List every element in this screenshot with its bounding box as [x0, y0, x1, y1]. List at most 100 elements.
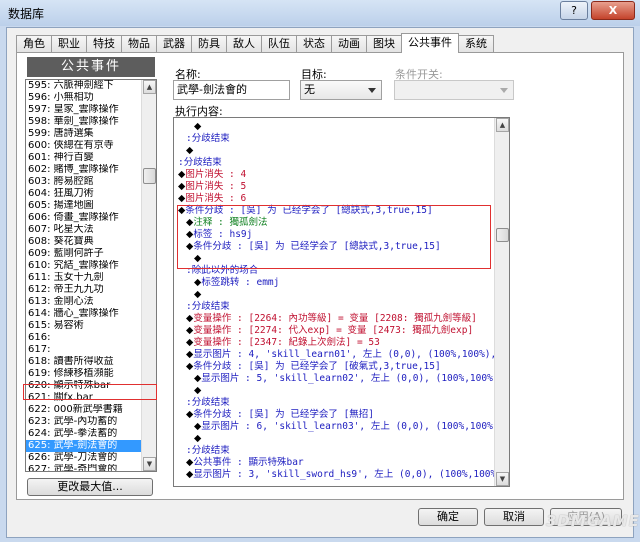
scroll-down-icon[interactable]: ▼	[496, 472, 509, 486]
tab-9[interactable]: 动画	[331, 35, 367, 53]
cancel-button[interactable]: 取消	[484, 508, 544, 526]
command-text: 条件分歧 : [吳] 为 已经学会了 [無招]	[193, 409, 375, 420]
command-line[interactable]: ◆变量操作 : [2274: 代入exp] = 变量 [2473: 獨孤九劍ex…	[186, 325, 473, 337]
command-line[interactable]: ◆图片消失 : 6	[178, 193, 246, 205]
tab-8[interactable]: 状态	[296, 35, 332, 53]
target-select[interactable]: 无	[300, 80, 382, 100]
command-line[interactable]: ◆	[186, 145, 193, 157]
command-line[interactable]: ◆	[194, 433, 201, 445]
tab-5[interactable]: 防具	[191, 35, 227, 53]
list-item[interactable]: 601: 神行百變	[26, 152, 142, 164]
scroll-up-icon[interactable]: ▲	[143, 80, 156, 94]
command-text: :分歧结束	[186, 301, 230, 312]
tab-1[interactable]: 职业	[51, 35, 87, 53]
list-item[interactable]: 610: 究結_雲隊操作	[26, 260, 142, 272]
list-item[interactable]: 615: 易容術	[26, 320, 142, 332]
scroll-thumb[interactable]	[143, 168, 156, 184]
list-item[interactable]: 623: 武學-內功蓄的	[26, 416, 142, 428]
command-line[interactable]: :分歧结束	[186, 301, 230, 313]
command-line[interactable]: :分歧结束	[186, 397, 230, 409]
diamond-bullet-icon: ◆	[194, 433, 202, 444]
command-line[interactable]: ◆图片消失 : 5	[178, 181, 246, 193]
title-bar: 数据库 ? X	[0, 0, 640, 26]
list-item[interactable]: 599: 唐詩選集	[26, 128, 142, 140]
command-line[interactable]: ◆显示图片 : 5, 'skill_learn02', 左上 (0,0), (1…	[194, 373, 509, 385]
list-item[interactable]: 595: 六脈神劍經下	[26, 80, 142, 92]
command-line[interactable]: ◆	[194, 289, 201, 301]
event-list-items: 595: 六脈神劍經下 596: 小無相功 597: 皇家_雲隊操作 598: 華劍_…	[26, 80, 156, 471]
help-button[interactable]: ?	[560, 1, 588, 20]
list-item[interactable]: 604: 狂風刀術	[26, 188, 142, 200]
tab-3[interactable]: 物品	[121, 35, 157, 53]
tab-12[interactable]: 系统	[458, 35, 494, 53]
list-item[interactable]: 600: 俠總在有京寺	[26, 140, 142, 152]
command-list-scrollbar[interactable]: ▲ ▼	[494, 118, 509, 486]
scroll-thumb[interactable]	[496, 228, 509, 242]
command-line[interactable]: :分歧结束	[178, 157, 222, 169]
list-item[interactable]: 606: 倚畫_雲隊操作	[26, 212, 142, 224]
list-item[interactable]: 613: 金剛心法	[26, 296, 142, 308]
close-button[interactable]: X	[591, 1, 635, 20]
tab-strip: 角色 职业 特技 物品 武器 防具 敌人 队伍 状态 动画 图块 公共事件 系统	[16, 33, 494, 53]
switch-select	[394, 80, 514, 100]
ok-button[interactable]: 确定	[418, 508, 478, 526]
tab-7[interactable]: 队伍	[261, 35, 297, 53]
diamond-bullet-icon: ◆	[194, 121, 202, 132]
command-line[interactable]: ◆条件分歧 : [吳] 为 已经学会了 [破氣式,3,true,15]	[186, 361, 441, 373]
list-item[interactable]: 608: 葵花寶典	[26, 236, 142, 248]
command-line[interactable]: ◆图片消失 : 4	[178, 169, 246, 181]
command-text: 显示图片 : 3, 'skill_sword_hs9', 左上 (0,0), (…	[193, 469, 510, 480]
command-line[interactable]: ◆标签跳转 : emmj	[194, 277, 279, 289]
list-item[interactable]: 609: 藍剛何許子	[26, 248, 142, 260]
diamond-bullet-icon: ◆	[194, 289, 202, 300]
scroll-up-icon[interactable]: ▲	[496, 118, 509, 132]
command-line[interactable]: ◆	[194, 385, 201, 397]
list-item[interactable]: 622: 000新武學書籍	[26, 404, 142, 416]
tab-2[interactable]: 特技	[86, 35, 122, 53]
list-item[interactable]: 612: 帝王九九功	[26, 284, 142, 296]
list-item[interactable]: 605: 揚達地圖	[26, 200, 142, 212]
list-item[interactable]: 614: 牆心_雲隊操作	[26, 308, 142, 320]
tab-0[interactable]: 角色	[16, 35, 52, 53]
command-text: 变量操作 : [2264: 內功等級] = 变量 [2208: 獨孤九劍等級]	[193, 313, 477, 324]
command-line[interactable]: ◆变量操作 : [2347: 紀錄上次劍法] = 53	[186, 337, 380, 349]
command-line[interactable]: ◆显示图片 : 4, 'skill_learn01', 左上 (0,0), (1…	[186, 349, 508, 361]
change-max-button[interactable]: 更改最大值...	[27, 478, 153, 496]
list-item[interactable]: 624: 武學-拳法蓄的	[26, 428, 142, 440]
list-item[interactable]: 611: 玉女十九劍	[26, 272, 142, 284]
list-item[interactable]: 619: 修練移植瀕能	[26, 368, 142, 380]
command-line[interactable]: ◆	[194, 121, 201, 133]
list-item[interactable]: 602: 賭博_雲隊操作	[26, 164, 142, 176]
command-line[interactable]: :分歧结束	[186, 445, 230, 457]
tab-6[interactable]: 敌人	[226, 35, 262, 53]
command-text: 条件分歧 : [吳] 为 已经学会了 [破氣式,3,true,15]	[193, 361, 441, 372]
command-line[interactable]: :分歧结束	[186, 133, 230, 145]
command-text: :分歧结束	[186, 397, 230, 408]
command-line[interactable]: ◆公共事件 : 顯示特殊bar	[186, 457, 304, 469]
event-list[interactable]: 595: 六脈神劍經下 596: 小無相功 597: 皇家_雲隊操作 598: 華劍_…	[25, 79, 157, 472]
list-item[interactable]: 627: 武學-奇門會的	[26, 464, 142, 471]
name-field[interactable]: 武學-劍法會的	[173, 80, 290, 100]
command-line[interactable]: ◆显示图片 : 6, 'skill_learn03', 左上 (0,0), (1…	[194, 421, 509, 433]
list-item[interactable]: 607: 叱星大法	[26, 224, 142, 236]
list-item[interactable]: 618: 讀書所得收益	[26, 356, 142, 368]
list-item[interactable]: 598: 華劍_雲隊操作	[26, 116, 142, 128]
tab-10[interactable]: 图块	[366, 35, 402, 53]
window-title: 数据库	[8, 7, 45, 21]
list-item[interactable]: 616:	[26, 332, 142, 344]
scroll-down-icon[interactable]: ▼	[143, 457, 156, 471]
command-line[interactable]: ◆显示图片 : 3, 'skill_sword_hs9', 左上 (0,0), …	[186, 469, 510, 481]
chevron-down-icon	[500, 88, 508, 93]
event-command-list[interactable]: ◆:分歧结束 ◆:分歧结束 ◆图片消失 : 4 ◆图片消失 : 5 ◆图片消失 : 6 ◆…	[173, 117, 510, 487]
tab-4[interactable]: 武器	[156, 35, 192, 53]
tab-11[interactable]: 公共事件	[401, 33, 459, 53]
list-item[interactable]: 603: 胯易腔館	[26, 176, 142, 188]
list-item[interactable]: 617:	[26, 344, 142, 356]
list-item[interactable]: 625: 武學-劍法會的	[26, 440, 142, 452]
list-item[interactable]: 626: 武學-刀法會的	[26, 452, 142, 464]
command-line[interactable]: ◆变量操作 : [2264: 內功等級] = 变量 [2208: 獨孤九劍等級]	[186, 313, 477, 325]
list-item[interactable]: 596: 小無相功	[26, 92, 142, 104]
list-item[interactable]: 597: 皇家_雲隊操作	[26, 104, 142, 116]
event-list-scrollbar[interactable]: ▲ ▼	[141, 80, 156, 471]
command-line[interactable]: ◆条件分歧 : [吳] 为 已经学会了 [無招]	[186, 409, 374, 421]
